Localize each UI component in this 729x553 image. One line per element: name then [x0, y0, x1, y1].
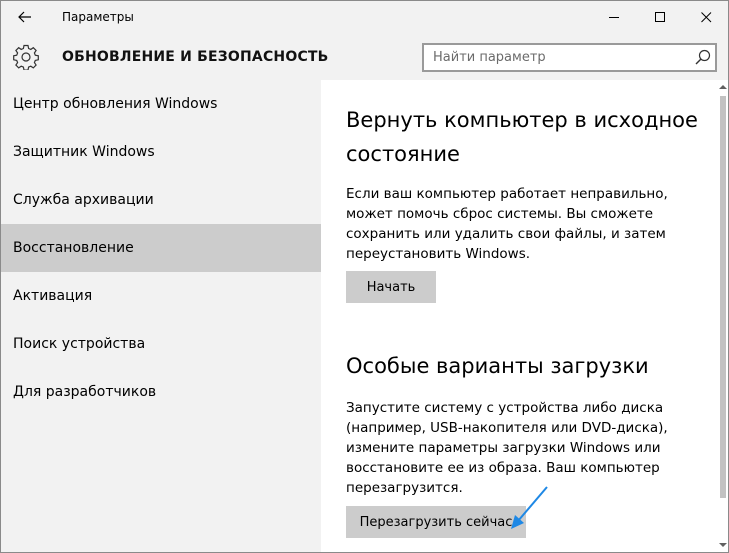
sidebar-item-windows-defender[interactable]: Защитник Windows	[1, 128, 321, 176]
settings-window: Параметры ОБНОВЛЕНИЕ И БЕЗОПАСНОСТЬ Найт…	[0, 0, 729, 553]
sidebar-item-label: Восстановление	[13, 240, 134, 256]
reset-section-description: Если ваш компьютер работает неправильно,…	[346, 186, 668, 262]
search-box[interactable]	[422, 43, 717, 72]
sidebar-item-label: Активация	[13, 288, 93, 304]
sidebar-item-label: Для разработчиков	[13, 384, 157, 400]
scroll-up-icon[interactable]	[719, 84, 727, 90]
sidebar-item-activation[interactable]: Активация	[1, 272, 321, 320]
start-reset-button[interactable]: Начать	[346, 271, 436, 303]
annotation-arrow-icon	[511, 486, 548, 529]
close-icon	[701, 12, 712, 23]
page-title: ОБНОВЛЕНИЕ И БЕЗОПАСНОСТЬ	[62, 49, 329, 65]
search-icon[interactable]	[695, 49, 711, 65]
gear-icon	[13, 44, 39, 70]
scrollbar-thumb[interactable]	[720, 96, 726, 498]
advanced-startup-title: Особые варианты загрузки	[346, 354, 649, 378]
title-bar: Параметры	[1, 1, 728, 33]
sidebar-item-windows-update[interactable]: Центр обновления Windows	[1, 80, 321, 128]
restart-now-button[interactable]: Перезагрузить сейчас	[346, 506, 526, 538]
scroll-down-icon[interactable]	[719, 542, 727, 548]
close-button[interactable]	[683, 1, 728, 33]
back-button[interactable]	[1, 1, 49, 33]
advanced-startup-description: Запустите систему с устройства либо диск…	[346, 400, 668, 496]
sidebar-item-find-device[interactable]: Поиск устройства	[1, 320, 321, 368]
sidebar: Центр обновления Windows Защитник Window…	[1, 80, 321, 552]
reset-section-title: Вернуть компьютер в исходное состояние	[346, 108, 698, 166]
vertical-scrollbar[interactable]	[718, 80, 728, 552]
sidebar-item-recovery[interactable]: Восстановление	[1, 224, 321, 272]
minimize-icon	[609, 17, 619, 18]
maximize-icon	[655, 12, 665, 22]
sidebar-item-backup[interactable]: Служба архивации	[1, 176, 321, 224]
sidebar-item-label: Служба архивации	[13, 192, 154, 208]
main-content: Вернуть компьютер в исходное состояние Е…	[322, 80, 718, 552]
window-title: Параметры	[62, 10, 134, 24]
sidebar-item-label: Защитник Windows	[13, 144, 155, 160]
back-arrow-icon	[18, 11, 31, 23]
sidebar-item-developers[interactable]: Для разработчиков	[1, 368, 321, 416]
maximize-button[interactable]	[637, 1, 683, 33]
settings-header: ОБНОВЛЕНИЕ И БЕЗОПАСНОСТЬ	[1, 33, 728, 80]
sidebar-item-label: Центр обновления Windows	[13, 96, 218, 112]
minimize-button[interactable]	[591, 1, 637, 33]
sidebar-item-label: Поиск устройства	[13, 336, 146, 352]
search-input[interactable]	[424, 45, 689, 70]
